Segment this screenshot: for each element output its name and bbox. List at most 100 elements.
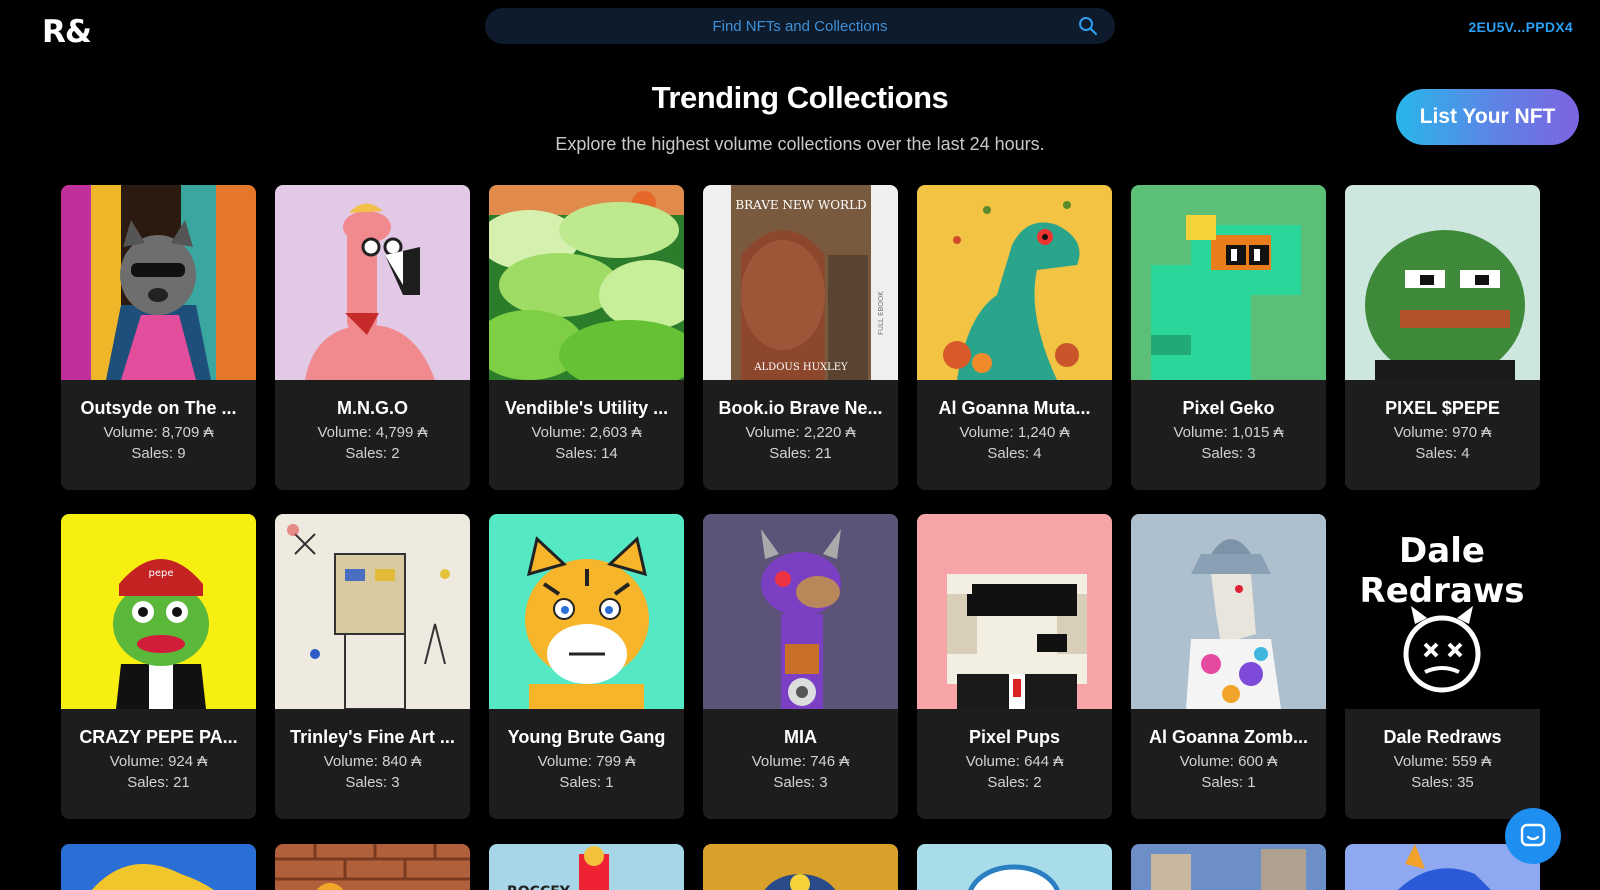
collection-sales: Sales: 3 <box>773 774 828 791</box>
collection-volume: Volume: 600 ₳ <box>1179 753 1278 770</box>
logo[interactable]: R& <box>42 14 92 50</box>
book-title-text: BRAVE NEW WORLD <box>735 198 866 212</box>
collection-image[interactable]: BRAVE NEW WORLD ALDOUS HUXLEY FULL EBOOK <box>703 185 898 380</box>
page-subtitle: Explore the highest volume collections o… <box>555 134 1045 154</box>
collection-image[interactable] <box>917 185 1112 380</box>
collection-volume: Volume: 8,709 ₳ <box>103 424 214 441</box>
collection-image[interactable] <box>1131 185 1326 380</box>
book-author-text: ALDOUS HUXLEY <box>753 362 848 373</box>
collection-image[interactable]: ROCCEY <box>489 844 684 890</box>
collection-sales: Sales: 4 <box>1415 445 1470 462</box>
collection-card[interactable] <box>1131 844 1326 890</box>
collection-image[interactable] <box>489 185 684 380</box>
collection-volume: Volume: 924 ₳ <box>109 753 208 770</box>
collections-grid: Outsyde on The ... Volume: 8,709 ₳ Sales… <box>61 185 1541 819</box>
collection-card[interactable]: Outsyde on The ... Volume: 8,709 ₳ Sales… <box>61 185 256 490</box>
collection-name[interactable]: Pixel Geko <box>1131 398 1326 419</box>
collection-image[interactable] <box>275 185 470 380</box>
collection-sales: Sales: 2 <box>345 445 400 462</box>
search-icon[interactable] <box>1078 16 1098 36</box>
collection-volume: Volume: 1,015 ₳ <box>1173 424 1284 441</box>
book-side-text: FULL EBOOK <box>877 291 885 335</box>
collection-card[interactable]: PIXEL $PEPE Volume: 970 ₳ Sales: 4 <box>1345 185 1540 490</box>
chat-icon <box>1520 823 1546 847</box>
collection-card[interactable]: Al Goanna Muta... Volume: 1,240 ₳ Sales:… <box>917 185 1112 490</box>
collection-name[interactable]: Al Goanna Muta... <box>917 398 1112 419</box>
collection-name[interactable]: Book.io Brave Ne... <box>703 398 898 419</box>
collection-image[interactable] <box>1131 844 1326 890</box>
collection-card[interactable] <box>703 844 898 890</box>
collection-image[interactable]: pepe <box>61 514 256 709</box>
collection-card[interactable]: Young Brute Gang Volume: 799 ₳ Sales: 1 <box>489 514 684 819</box>
collection-image[interactable] <box>489 514 684 709</box>
collection-name[interactable]: Vendible's Utility ... <box>489 398 684 419</box>
collection-card[interactable]: Pixel Geko Volume: 1,015 ₳ Sales: 3 <box>1131 185 1326 490</box>
collection-card[interactable]: M.N.G.O Volume: 4,799 ₳ Sales: 2 <box>275 185 470 490</box>
collection-volume: Volume: 644 ₳ <box>965 753 1064 770</box>
collection-volume: Volume: 746 ₳ <box>751 753 850 770</box>
collection-name[interactable]: PIXEL $PEPE <box>1345 398 1540 419</box>
collection-card[interactable]: Al Goanna Zomb... Volume: 600 ₳ Sales: 1 <box>1131 514 1326 819</box>
collection-card[interactable]: Dale Redraws Dale Redraws Volume: 559 ₳ … <box>1345 514 1540 819</box>
collection-image[interactable] <box>275 844 470 890</box>
collection-image[interactable] <box>917 844 1112 890</box>
collection-card[interactable]: Pixel Pups Volume: 644 ₳ Sales: 2 <box>917 514 1112 819</box>
collection-name[interactable]: CRAZY PEPE PA... <box>61 727 256 748</box>
collection-name[interactable]: M.N.G.O <box>275 398 470 419</box>
collection-image[interactable] <box>917 514 1112 709</box>
collection-sales: Sales: 9 <box>131 445 186 462</box>
collection-image[interactable] <box>1131 514 1326 709</box>
collection-card[interactable]: pepe CRAZY PEPE PA... Volume: 924 ₳ Sale… <box>61 514 256 819</box>
collection-volume: Volume: 2,603 ₳ <box>531 424 642 441</box>
collection-volume: Volume: 799 ₳ <box>537 753 636 770</box>
collection-volume: Volume: 2,220 ₳ <box>745 424 856 441</box>
collection-name[interactable]: MIA <box>703 727 898 748</box>
pepe-hat-text: pepe <box>149 568 174 579</box>
search-input[interactable] <box>485 8 1115 44</box>
collection-card[interactable]: MIA Volume: 746 ₳ Sales: 3 <box>703 514 898 819</box>
collection-card[interactable]: Trinley's Fine Art ... Volume: 840 ₳ Sal… <box>275 514 470 819</box>
collection-name[interactable]: Dale Redraws <box>1345 727 1540 748</box>
collections-grid-next-row: ROCCEY <box>61 844 1540 890</box>
page-title: Trending Collections <box>651 80 949 115</box>
collection-image[interactable] <box>703 844 898 890</box>
collection-sales: Sales: 4 <box>987 445 1042 462</box>
collection-sales: Sales: 1 <box>559 774 614 791</box>
collection-volume: Volume: 970 ₳ <box>1393 424 1492 441</box>
collection-name[interactable]: Outsyde on The ... <box>61 398 256 419</box>
search-bar[interactable] <box>485 8 1115 44</box>
collection-card[interactable]: ROCCEY <box>489 844 684 890</box>
collection-image[interactable] <box>61 844 256 890</box>
dale-text-line2: Redraws <box>1360 571 1525 611</box>
collection-image[interactable] <box>1345 185 1540 380</box>
collection-name[interactable]: Al Goanna Zomb... <box>1131 727 1326 748</box>
collection-sales: Sales: 3 <box>345 774 400 791</box>
collection-name[interactable]: Trinley's Fine Art ... <box>275 727 470 748</box>
collection-image[interactable] <box>61 185 256 380</box>
collection-sales: Sales: 35 <box>1411 774 1474 791</box>
collection-volume: Volume: 1,240 ₳ <box>959 424 1070 441</box>
chat-support-button[interactable] <box>1505 808 1561 864</box>
collection-name[interactable]: Young Brute Gang <box>489 727 684 748</box>
wallet-address[interactable]: 2EU5V...PPDX4 <box>1468 19 1573 35</box>
collection-sales: Sales: 2 <box>987 774 1042 791</box>
dale-text-line1: Dale <box>1399 531 1485 571</box>
list-your-nft-button[interactable]: List Your NFT <box>1396 89 1579 145</box>
collection-card[interactable] <box>275 844 470 890</box>
collection-image[interactable]: Dale Redraws <box>1345 514 1540 709</box>
collection-volume: Volume: 4,799 ₳ <box>317 424 428 441</box>
collection-card[interactable] <box>917 844 1112 890</box>
collection-card[interactable] <box>61 844 256 890</box>
collection-sales: Sales: 14 <box>555 445 618 462</box>
collection-name[interactable]: Pixel Pups <box>917 727 1112 748</box>
collection-volume: Volume: 840 ₳ <box>323 753 422 770</box>
collection-card[interactable]: Vendible's Utility ... Volume: 2,603 ₳ S… <box>489 185 684 490</box>
peek-text: ROCCEY <box>507 884 571 890</box>
collection-sales: Sales: 3 <box>1201 445 1256 462</box>
collection-sales: Sales: 21 <box>127 774 190 791</box>
collection-volume: Volume: 559 ₳ <box>1393 753 1492 770</box>
collection-sales: Sales: 1 <box>1201 774 1256 791</box>
collection-image[interactable] <box>703 514 898 709</box>
collection-image[interactable] <box>275 514 470 709</box>
collection-card[interactable]: BRAVE NEW WORLD ALDOUS HUXLEY FULL EBOOK… <box>703 185 898 490</box>
